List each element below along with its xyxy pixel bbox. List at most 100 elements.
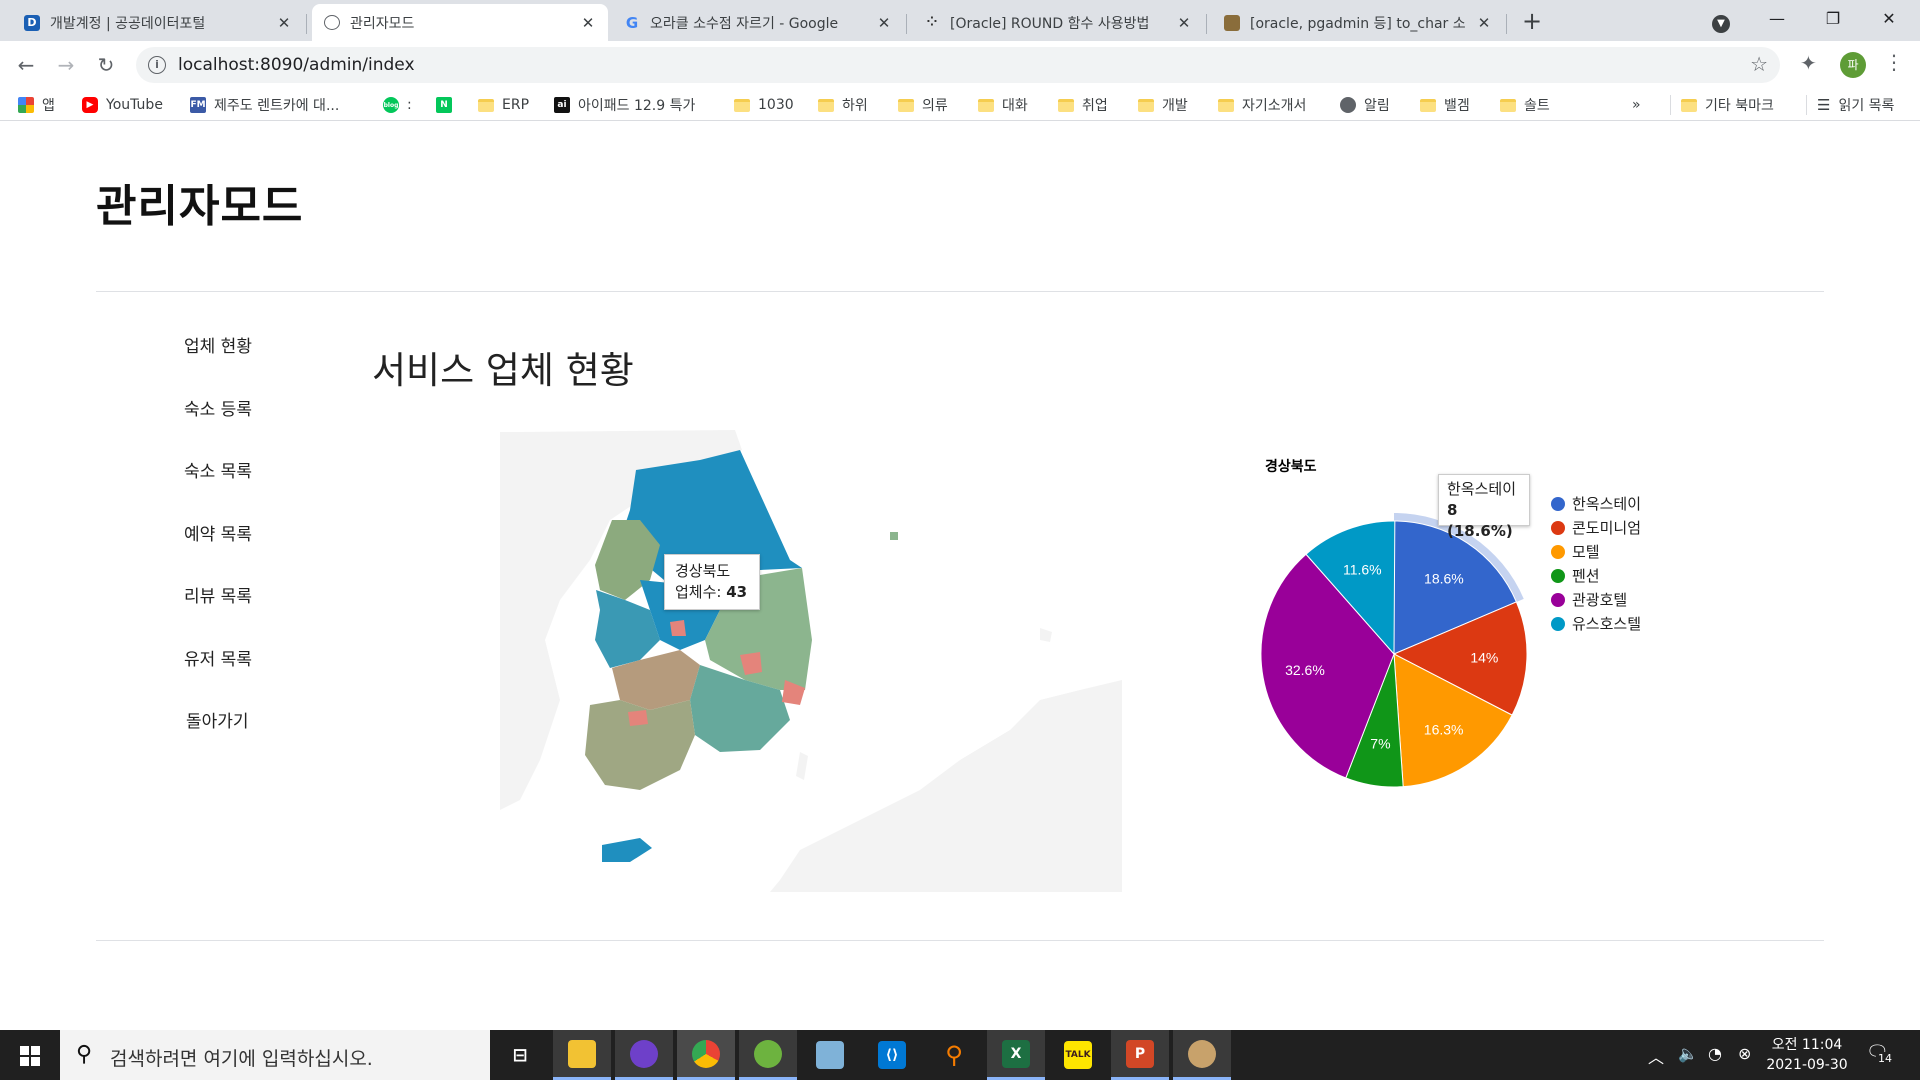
legend-label: 유스호스텔 [1572,615,1642,633]
taskbar-github[interactable] [615,1030,673,1080]
legend-item[interactable]: 펜션 [1551,565,1600,586]
legend-item[interactable]: 모텔 [1551,541,1600,562]
nav-reservation-list[interactable]: 예약 목록 [184,520,252,545]
taskbar-excel[interactable]: X [987,1030,1045,1080]
taskbar-notes[interactable] [801,1030,859,1080]
bookmark-folder-erp[interactable]: ERP [478,95,529,115]
bookmark-label: 밸겜 [1444,98,1470,114]
legend-item[interactable]: 유스호스텔 [1551,613,1641,634]
legend-label: 한옥스테이 [1572,495,1642,513]
search-icon: ⚲ [76,1042,93,1067]
extensions-puzzle-icon[interactable]: ✦ [1800,51,1817,75]
legend-item[interactable]: 콘도미니엄 [1551,517,1641,538]
close-window-button[interactable]: ✕ [1866,4,1912,34]
bookmark-folder-chat[interactable]: 대화 [978,95,1028,115]
taskbar-clock[interactable]: 오전 11:04 2021-09-30 [1762,1035,1852,1075]
tab-oracle-to-char[interactable]: [oracle, pgadmin 등] to_char 소 ✕ [1212,4,1504,41]
minimize-button[interactable]: — [1754,4,1800,34]
new-tab-button[interactable]: + [1518,8,1546,36]
bookmark-folder-hawi[interactable]: 하위 [818,95,868,115]
wifi-icon[interactable]: ◔ [1708,1044,1722,1063]
taskbar-chrome[interactable] [677,1030,735,1080]
profile-avatar[interactable]: 파 [1840,52,1866,78]
pie-tooltip-value: 8 (18.6%) [1447,501,1513,540]
bookmark-star-icon[interactable]: ☆ [1750,52,1768,76]
nav-company-status[interactable]: 업체 현황 [184,332,252,357]
folder-icon [1420,98,1436,112]
vscode-icon: ⟨⟩ [878,1041,906,1069]
tab-admin-mode[interactable]: 관리자모드 ✕ [312,4,608,41]
restore-button[interactable]: ❐ [1810,4,1856,34]
bookmark-alerts[interactable]: 알림 [1340,95,1390,115]
taskbar-search-app[interactable]: ⚲ [925,1030,983,1080]
bookmark-folder-dev[interactable]: 개발 [1138,95,1188,115]
tab-search-button[interactable]: ▼ [1698,6,1744,36]
excel-icon: X [1002,1039,1030,1068]
tab-data-portal[interactable]: D 개발계정 | 공공데이터포털 ✕ [12,4,304,41]
close-tab-icon[interactable]: ✕ [580,14,596,32]
image-favicon-icon [1224,14,1240,31]
legend-label: 관광호텔 [1572,591,1628,609]
bookmark-ipad-deal[interactable]: ai 아이패드 12.9 특가 [554,95,695,115]
bookmark-folder-salt[interactable]: 솔트 [1500,95,1550,115]
tab-google-search[interactable]: G 오라클 소수점 자르기 - Google ✕ [612,4,904,41]
volume-icon[interactable]: 🔈 [1678,1044,1698,1063]
bookmark-folder-jobs[interactable]: 취업 [1058,95,1108,115]
paint-icon [1188,1039,1216,1068]
legend-item[interactable]: 관광호텔 [1551,589,1627,610]
tab-label: [Oracle] ROUND 함수 사용방법 [950,15,1150,32]
nav-user-list[interactable]: 유저 목록 [184,645,252,670]
close-tab-icon[interactable]: ✕ [276,14,292,32]
taskbar-powerpoint[interactable]: P [1111,1030,1169,1080]
github-icon [630,1039,658,1068]
taskbar-spring[interactable] [739,1030,797,1080]
close-tab-icon[interactable]: ✕ [1176,14,1192,32]
reload-button[interactable]: ↻ [90,49,122,81]
bookmark-other[interactable]: 기타 북마크 [1670,95,1774,115]
pie-slice-label: 16.3% [1424,722,1464,738]
bookmark-blog[interactable]: blog : [383,95,412,115]
notes-icon [816,1041,844,1069]
reading-list-label: 읽기 목록 [1838,98,1895,114]
taskbar-explorer[interactable] [553,1030,611,1080]
back-button[interactable]: ← [10,49,42,81]
nav-lodging-list[interactable]: 숙소 목록 [184,457,252,482]
korea-region-map[interactable] [370,430,1122,892]
bookmark-folder-clothing[interactable]: 의류 [898,95,948,115]
taskbar-search-box[interactable]: ⚲ 검색하려면 여기에 입력하십시오. [60,1030,490,1080]
tab-oracle-round[interactable]: ⁘ [Oracle] ROUND 함수 사용방법 ✕ [912,4,1204,41]
no-network-icon[interactable]: ⊗ [1738,1044,1751,1063]
bookmark-folder-cover-letter[interactable]: 자기소개서 [1218,95,1306,115]
bookmark-label: 하위 [842,98,868,114]
region-jeju [602,838,652,862]
task-view-button[interactable]: ⊟ [491,1030,549,1080]
windows-taskbar: ⚲ 검색하려면 여기에 입력하십시오. ⊟ ⟨⟩ ⚲ X TALK P ︿ 🔈 … [0,1030,1920,1080]
reading-list-button[interactable]: ☰ 읽기 목록 [1806,95,1894,115]
nav-review-list[interactable]: 리뷰 목록 [184,582,252,607]
bookmark-folder-balance[interactable]: 밸겜 [1420,95,1470,115]
tray-chevron-up-icon[interactable]: ︿ [1648,1044,1664,1068]
nav-go-back[interactable]: 돌아가기 [186,707,249,732]
bookmark-youtube[interactable]: ▶ YouTube [82,95,163,115]
close-tab-icon[interactable]: ✕ [876,14,892,32]
folder-icon [1138,98,1154,112]
taskbar-paint[interactable] [1173,1030,1231,1080]
legend-item[interactable]: 한옥스테이 [1551,493,1641,514]
url-text[interactable]: localhost:8090/admin/index [178,55,415,75]
address-bar[interactable]: i localhost:8090/admin/index ☆ [136,47,1780,83]
close-tab-icon[interactable]: ✕ [1476,14,1492,32]
start-button[interactable] [0,1030,60,1080]
bookmark-naver[interactable]: N [436,95,460,115]
info-icon[interactable]: i [148,56,166,74]
taskbar-search-placeholder[interactable]: 검색하려면 여기에 입력하십시오. [110,1044,373,1071]
nav-register-lodging[interactable]: 숙소 등록 [184,395,252,420]
bookmark-jeju-rentcar[interactable]: FM 제주도 렌트카에 대... [190,95,339,115]
forward-button[interactable]: → [50,49,82,81]
bookmarks-overflow-button[interactable]: » [1632,95,1641,115]
taskbar-kakaotalk[interactable]: TALK [1049,1030,1107,1080]
taskbar-vscode[interactable]: ⟨⟩ [863,1030,921,1080]
bookmark-apps[interactable]: 앱 [18,95,55,115]
kebab-menu-icon[interactable]: ⋮ [1884,50,1904,74]
ai-icon: ai [554,97,570,113]
bookmark-folder-1030[interactable]: 1030 [734,95,794,115]
